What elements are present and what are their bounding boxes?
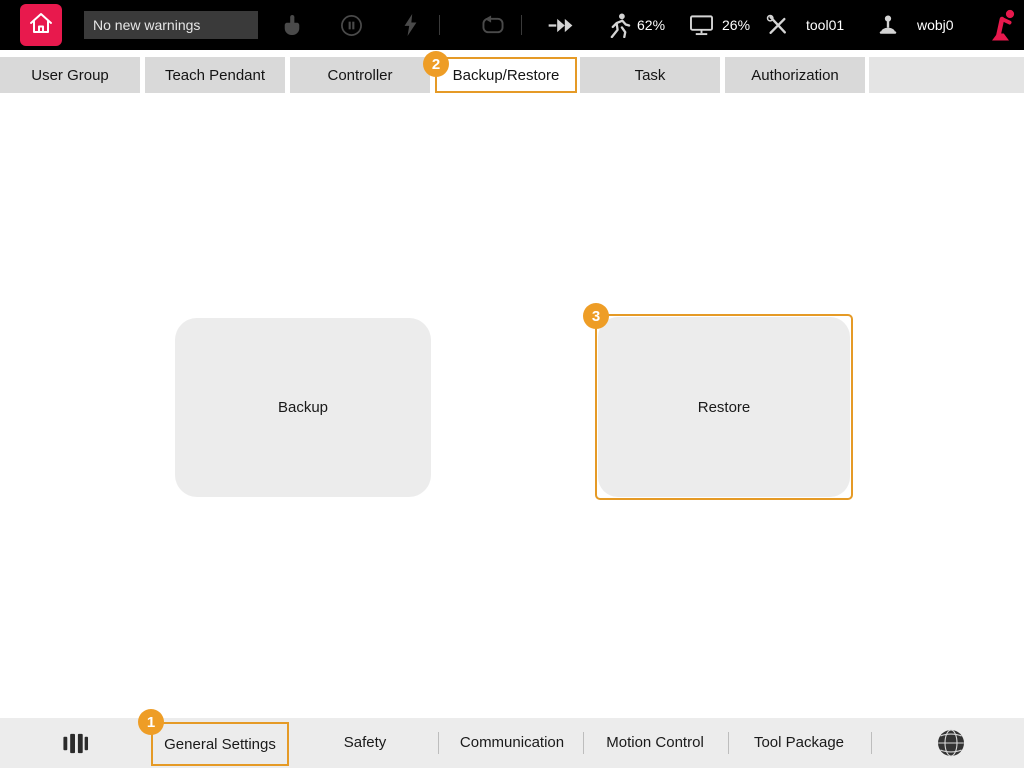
- active-workobject-name: wobj0: [917, 0, 954, 50]
- tab-label: Teach Pendant: [165, 67, 265, 84]
- tab-label: Task: [635, 67, 666, 84]
- robot-arm-icon[interactable]: [982, 0, 1022, 50]
- restore-button[interactable]: Restore: [598, 317, 850, 497]
- monitor-icon[interactable]: [681, 0, 721, 50]
- bottombar-separator: [871, 732, 872, 754]
- restore-button-label: Restore: [698, 399, 751, 416]
- backup-button[interactable]: Backup: [175, 318, 431, 497]
- home-icon: [28, 10, 54, 41]
- menu-columns-icon[interactable]: [62, 718, 89, 768]
- restore-highlight-box: 3 Restore: [595, 314, 853, 500]
- power-icon[interactable]: [390, 0, 430, 50]
- menu-item-label: General Settings: [164, 736, 276, 753]
- bottombar-separator: [728, 732, 729, 754]
- active-tool-name: tool01: [806, 0, 844, 50]
- tab-label: Backup/Restore: [453, 67, 560, 84]
- robot-teach-pendant-screen: No new warnings: [0, 0, 1024, 768]
- topbar-separator: [521, 15, 522, 35]
- tab-label: User Group: [31, 67, 109, 84]
- tab-backup-restore[interactable]: 2 Backup/Restore: [435, 57, 577, 93]
- hand-guide-icon[interactable]: [272, 0, 312, 50]
- tab-controller[interactable]: Controller: [290, 57, 430, 93]
- menu-item-communication[interactable]: Communication: [460, 718, 564, 768]
- bottombar-separator: [438, 732, 439, 754]
- annotation-badge-3: 3: [583, 303, 609, 329]
- bottombar-separator: [583, 732, 584, 754]
- workobject-joystick-icon[interactable]: [868, 0, 908, 50]
- warning-status-text: No new warnings: [93, 17, 200, 33]
- tab-user-group[interactable]: User Group: [0, 57, 140, 93]
- home-button[interactable]: [20, 4, 62, 46]
- speed-percent: 62%: [637, 0, 665, 50]
- menu-item-general-settings[interactable]: 1 General Settings: [151, 722, 289, 766]
- tab-authorization[interactable]: Authorization: [725, 57, 865, 93]
- step-forward-icon[interactable]: [541, 0, 581, 50]
- load-percent: 26%: [722, 0, 750, 50]
- tab-task[interactable]: Task: [580, 57, 720, 93]
- menu-item-motion-control[interactable]: Motion Control: [606, 718, 704, 768]
- annotation-badge-2: 2: [423, 51, 449, 77]
- menu-item-safety[interactable]: Safety: [344, 718, 387, 768]
- bottom-menu-bar: 1 General Settings Safety Communication …: [0, 718, 1024, 768]
- annotation-badge-1: 1: [138, 709, 164, 735]
- topbar-separator: [439, 15, 440, 35]
- top-status-bar: No new warnings: [0, 0, 1024, 50]
- speed-runner-icon[interactable]: [599, 0, 639, 50]
- warning-status-box[interactable]: No new warnings: [84, 11, 258, 39]
- tab-label: Authorization: [751, 67, 839, 84]
- tab-label: Controller: [327, 67, 392, 84]
- menu-item-tool-package[interactable]: Tool Package: [754, 718, 844, 768]
- backup-button-label: Backup: [278, 399, 328, 416]
- pause-icon[interactable]: [331, 0, 371, 50]
- language-globe-icon[interactable]: [936, 718, 966, 768]
- tool-wrench-icon[interactable]: [757, 0, 797, 50]
- tab-bar-filler: [869, 57, 1024, 93]
- loop-run-icon[interactable]: [473, 0, 513, 50]
- tab-teach-pendant[interactable]: Teach Pendant: [145, 57, 285, 93]
